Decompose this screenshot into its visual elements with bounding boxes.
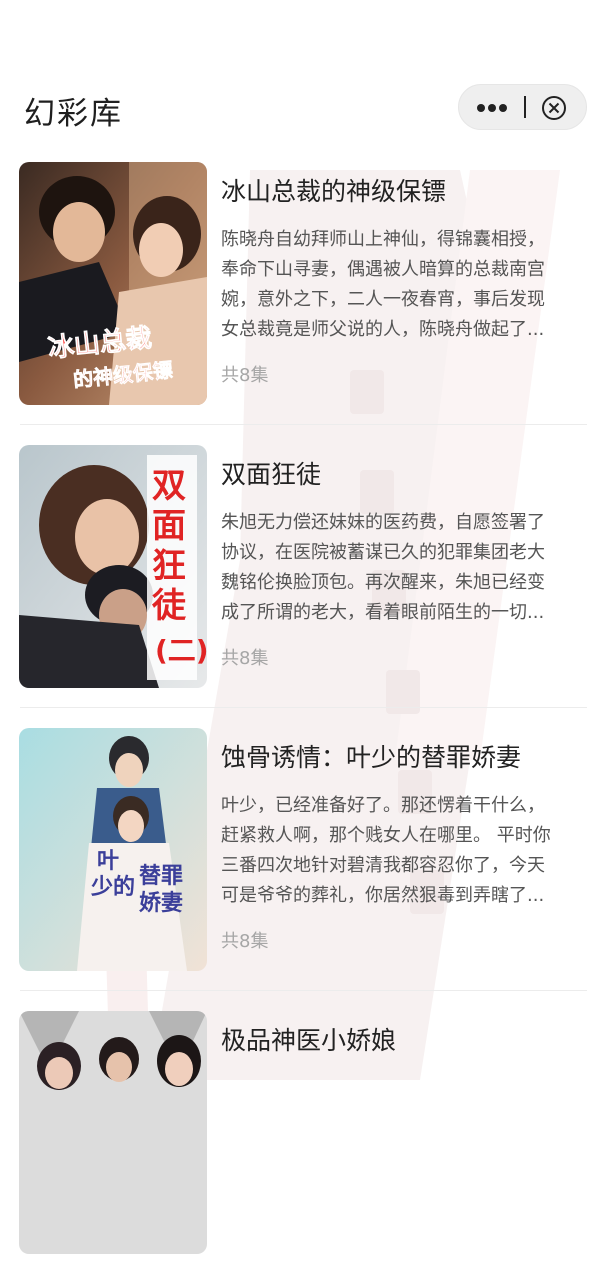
drama-cover-image[interactable] [19,1011,207,1254]
mini-program-capsule [458,84,587,130]
svg-text:徒: 徒 [151,586,187,626]
nav-header: 幻彩库 [0,0,607,142]
more-button[interactable] [459,85,523,129]
svg-text:替罪: 替罪 [139,864,183,889]
more-dots-icon [477,104,507,112]
drama-description: 陈晓舟自幼拜师山上神仙，得锦囊相授， 奉命下山寻妻，偶遇被人暗算的总裁南宫 婉，… [221,229,545,340]
episode-count: 共8集 [221,648,269,669]
svg-text:(二): (二) [155,634,207,667]
drama-title[interactable]: 蚀骨诱情：叶少的替罪娇妻 [221,738,521,774]
capsule-divider [524,96,526,118]
drama-cover-image[interactable]: 双 面 狂 徒 (二) [19,445,207,688]
drama-title[interactable]: 双面狂徒 [221,455,321,491]
svg-text:少的: 少的 [90,874,135,900]
list-item[interactable]: 冰山总裁 的神级保镖 冰山总裁的神级保镖 陈晓舟自幼拜师山上神仙，得锦囊相授， … [0,142,607,425]
close-circle-icon [542,96,566,120]
episode-count: 共8集 [221,365,269,386]
list-item[interactable]: 双 面 狂 徒 (二) 双面狂徒 朱旭无力偿还妹妹的医药费，自愿签署了 协议，在… [0,425,607,708]
episode-count: 共8集 [221,931,269,952]
svg-text:面: 面 [152,506,186,546]
close-button[interactable] [539,93,569,123]
drama-cover-image[interactable]: 替罪 娇妻 叶 少的 [19,728,207,971]
drama-title[interactable]: 冰山总裁的神级保镖 [221,172,446,208]
svg-text:狂: 狂 [152,546,186,586]
list-item[interactable]: 极品神医小娇娘 [0,991,607,1274]
list-item[interactable]: 替罪 娇妻 叶 少的 蚀骨诱情：叶少的替罪娇妻 叶少，已经准备好了。那还愣着干什… [0,708,607,991]
drama-description: 叶少，已经准备好了。那还愣着干什么， 赶紧救人啊，那个贱女人在哪里。 平时你 三… [221,795,551,906]
svg-text:娇妻: 娇妻 [139,890,183,916]
svg-text:双: 双 [152,466,186,506]
drama-title[interactable]: 极品神医小娇娘 [221,1021,396,1057]
drama-cover-image[interactable]: 冰山总裁 的神级保镖 [19,162,207,405]
page-title: 幻彩库 [24,96,123,132]
drama-description: 朱旭无力偿还妹妹的医药费，自愿签署了 协议，在医院被蓄谋已久的犯罪集团老大 魏铭… [221,512,545,623]
svg-text:叶: 叶 [97,849,119,874]
